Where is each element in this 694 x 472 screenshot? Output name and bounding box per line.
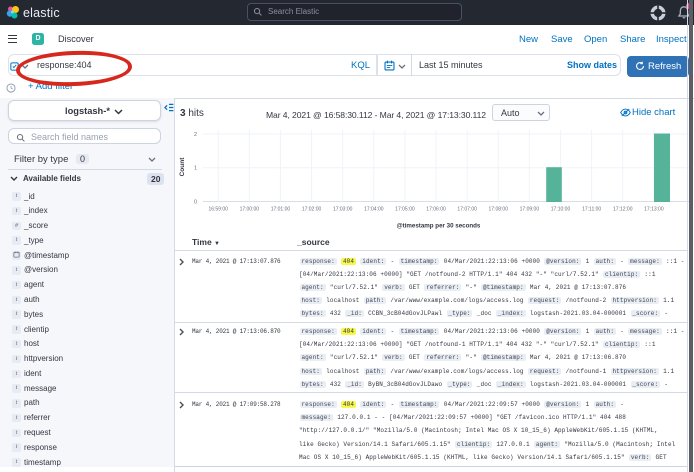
svg-text:17:03:00: 17:03:00 xyxy=(333,207,353,213)
svg-text:@timestamp per 30 seconds: @timestamp per 30 seconds xyxy=(397,223,481,230)
svg-text:17:01:00: 17:01:00 xyxy=(271,207,291,213)
svg-text:17:13:00: 17:13:00 xyxy=(644,207,664,213)
svg-text:17:10:00: 17:10:00 xyxy=(551,207,571,213)
svg-text:17:06:00: 17:06:00 xyxy=(426,207,446,213)
svg-text:17:08:00: 17:08:00 xyxy=(489,207,509,213)
svg-text:Count: Count xyxy=(179,157,186,177)
svg-text:17:09:00: 17:09:00 xyxy=(520,207,540,213)
svg-text:17:04:00: 17:04:00 xyxy=(364,207,384,213)
svg-text:0: 0 xyxy=(194,200,197,206)
svg-text:17:11:00: 17:11:00 xyxy=(582,207,601,213)
svg-text:16:59:00: 16:59:00 xyxy=(208,207,228,213)
svg-text:17:07:00: 17:07:00 xyxy=(457,207,477,213)
svg-text:2: 2 xyxy=(194,132,197,138)
svg-text:17:05:00: 17:05:00 xyxy=(395,207,415,213)
svg-text:1: 1 xyxy=(194,166,197,172)
svg-text:17:00:00: 17:00:00 xyxy=(240,207,260,213)
svg-text:17:02:00: 17:02:00 xyxy=(302,207,322,213)
svg-text:17:12:00: 17:12:00 xyxy=(613,207,633,213)
